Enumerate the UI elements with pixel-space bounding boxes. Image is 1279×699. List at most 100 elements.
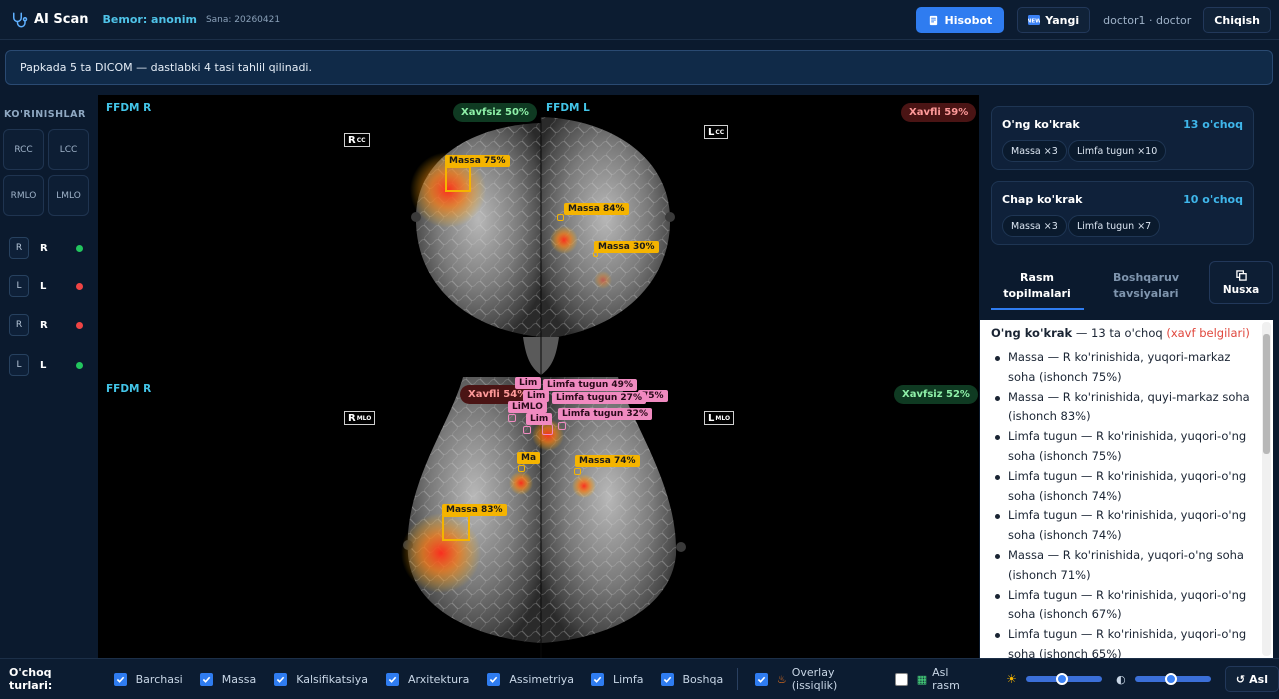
finding-chip: Massa ×3 (1002, 215, 1067, 237)
tab-management-recommendations[interactable]: Boshqaruv tavsiyalari (1101, 270, 1191, 302)
view-label-top-right: FFDM L (546, 102, 590, 114)
detection-tag[interactable]: Limfa tugun 27% (552, 392, 646, 404)
brightness-slider-knob[interactable] (1055, 673, 1068, 685)
brightness-slider[interactable] (1025, 673, 1103, 685)
filter-lymph-checkbox[interactable]: Limfa (591, 672, 644, 686)
list-item: Limfa tugun — R ko'rinishida, yuqori-o'n… (991, 467, 1253, 507)
list-item: Limfa tugun — R ko'rinishida, yuqori-o'n… (991, 625, 1253, 658)
info-banner: Papkada 5 ta DICOM — dastlabki 4 tasi ta… (5, 50, 1273, 85)
view-lcc-button[interactable]: LCC (48, 129, 89, 170)
filter-mass-checkbox[interactable]: Massa (199, 672, 256, 686)
list-item: Limfa tugun — R ko'rinishida, yuqori-o'n… (991, 586, 1253, 626)
card-title: O'ng ko'krak (1002, 118, 1080, 131)
contrast-icon: ◐ (1116, 672, 1126, 686)
left-breast-card: Chap ko'krak 10 o'choq Massa ×3 Limfa tu… (991, 181, 1254, 245)
exit-button[interactable]: Chiqish (1203, 7, 1271, 33)
orientation-marker-rcc: R CC (344, 133, 370, 147)
side-label: R (40, 319, 48, 331)
copy-button[interactable]: Nusxa (1209, 261, 1273, 304)
tab-image-findings[interactable]: Rasm topilmalari (998, 270, 1076, 302)
detection-tag[interactable]: Massa 75% (445, 155, 510, 167)
list-item: Massa — R ko'rinishida, yuqori-markaz so… (991, 348, 1253, 388)
brightness-icon: ☀ (1006, 672, 1017, 686)
status-dot (76, 244, 83, 252)
filter-architecture-checkbox[interactable]: Arxitektura (386, 672, 469, 686)
list-item: Limfa tugun — R ko'rinishida, yuqori-o'n… (991, 506, 1253, 546)
copy-button-label: Nusxa (1222, 283, 1260, 296)
reset-icon: ↺ (1235, 672, 1246, 686)
detection-tag[interactable]: Ma (517, 452, 541, 464)
side-row[interactable]: R R (9, 314, 89, 336)
detection-tag[interactable]: Limfa tugun 32% (558, 408, 652, 420)
logo: AI Scan (10, 11, 89, 29)
view-rmlo-button[interactable]: RMLO (3, 175, 44, 216)
scroll-thumb[interactable] (1263, 334, 1270, 454)
view-rcc-button[interactable]: RCC (3, 129, 44, 170)
card-count: 13 o'choq (1183, 118, 1243, 131)
detection-marker[interactable] (518, 465, 525, 472)
detection-marker[interactable] (508, 414, 516, 422)
svg-text:NEW: NEW (1028, 19, 1040, 25)
detection-box[interactable] (442, 515, 470, 541)
finding-chip: Limfa tugun ×7 (1068, 215, 1161, 237)
report-button-label: Hisobot (944, 13, 993, 27)
filter-other-checkbox[interactable]: Boshqa (660, 672, 723, 686)
list-item: Massa — R ko'rinishida, quyi-markaz soha… (991, 388, 1253, 428)
reset-button[interactable]: ↺ Asl (1224, 666, 1279, 692)
detection-marker[interactable] (558, 422, 566, 430)
stethoscope-icon (13, 12, 28, 27)
detection-marker[interactable] (557, 214, 564, 221)
detection-box[interactable] (445, 166, 471, 192)
finding-chip: Massa ×3 (1002, 140, 1067, 162)
detection-tag[interactable]: Massa 84% (564, 203, 629, 215)
active-tab-indicator (991, 308, 1084, 310)
card-count: 10 o'choq (1183, 193, 1243, 206)
findings-scrollbar[interactable] (1262, 322, 1271, 656)
overlay-checkbox[interactable]: ♨ Overlay (issiqlik) (755, 666, 881, 692)
side-label: L (40, 280, 47, 292)
detection-tag[interactable]: Massa 30% (594, 241, 659, 253)
filter-label: O'choq turlari: (9, 666, 53, 692)
bottom-toolbar: O'choq turlari: Barchasi Massa Kalsifika… (0, 658, 1279, 699)
detection-tag[interactable]: Limfa tugun 49% (543, 379, 637, 391)
findings-list-area[interactable]: O'ng ko'krak — 13 ta o'choq (xavf belgil… (980, 320, 1273, 658)
findings-panel: O'ng ko'krak 13 o'choq Massa ×3 Limfa tu… (980, 95, 1279, 658)
detection-marker[interactable] (574, 468, 581, 475)
patient-name: Bemor: anonim (102, 13, 197, 26)
detection-tag[interactable]: Massa 74% (575, 455, 640, 467)
side-label: L (40, 359, 47, 371)
view-label-bottom-left: FFDM R (106, 383, 152, 395)
view-lmlo-button[interactable]: LMLO (48, 175, 89, 216)
risk-badge-lmlo: Xavfsiz 52% (894, 385, 978, 404)
side-row[interactable]: L L (9, 354, 89, 376)
detection-marker[interactable] (523, 426, 531, 434)
status-dot (76, 282, 83, 290)
image-viewer[interactable]: FFDM R FFDM L FFDM R Xavfsiz 50% Xavfli … (98, 95, 979, 658)
original-image-checkbox[interactable]: ▦ Asl rasm (895, 666, 978, 692)
report-button[interactable]: Hisobot (915, 7, 1005, 33)
status-dot (76, 361, 83, 369)
filter-asymmetry-checkbox[interactable]: Assimetriya (487, 672, 574, 686)
views-title: KO'RINISHLAR (4, 109, 86, 120)
document-icon (929, 15, 937, 25)
image-icon: ▦ (916, 672, 928, 686)
view-label-top-left: FFDM R (106, 102, 152, 114)
app-title: AI Scan (34, 12, 89, 27)
detection-tag[interactable]: Lim (515, 377, 542, 389)
contrast-slider-knob[interactable] (1164, 673, 1177, 685)
new-button[interactable]: NEW Yangi (1017, 7, 1091, 33)
findings-header: O'ng ko'krak — 13 ta o'choq (xavf belgil… (991, 326, 1250, 340)
contrast-slider[interactable] (1134, 673, 1211, 685)
side-box: R (9, 237, 29, 259)
side-row[interactable]: L L (9, 275, 89, 297)
right-breast-card: O'ng ko'krak 13 o'choq Massa ×3 Limfa tu… (991, 106, 1254, 170)
filter-calcification-checkbox[interactable]: Kalsifikatsiya (274, 672, 368, 686)
filter-all-checkbox[interactable]: Barchasi (113, 672, 183, 686)
current-user: doctor1 · doctor (1103, 13, 1192, 27)
divider (737, 668, 739, 690)
detection-marker[interactable] (542, 424, 553, 435)
list-item: Limfa tugun — R ko'rinishida, yuqori-o'n… (991, 427, 1253, 467)
detection-tag[interactable]: LiMLO (508, 401, 547, 413)
detection-tag[interactable]: Massa 83% (442, 504, 507, 516)
side-row[interactable]: R R (9, 237, 89, 259)
